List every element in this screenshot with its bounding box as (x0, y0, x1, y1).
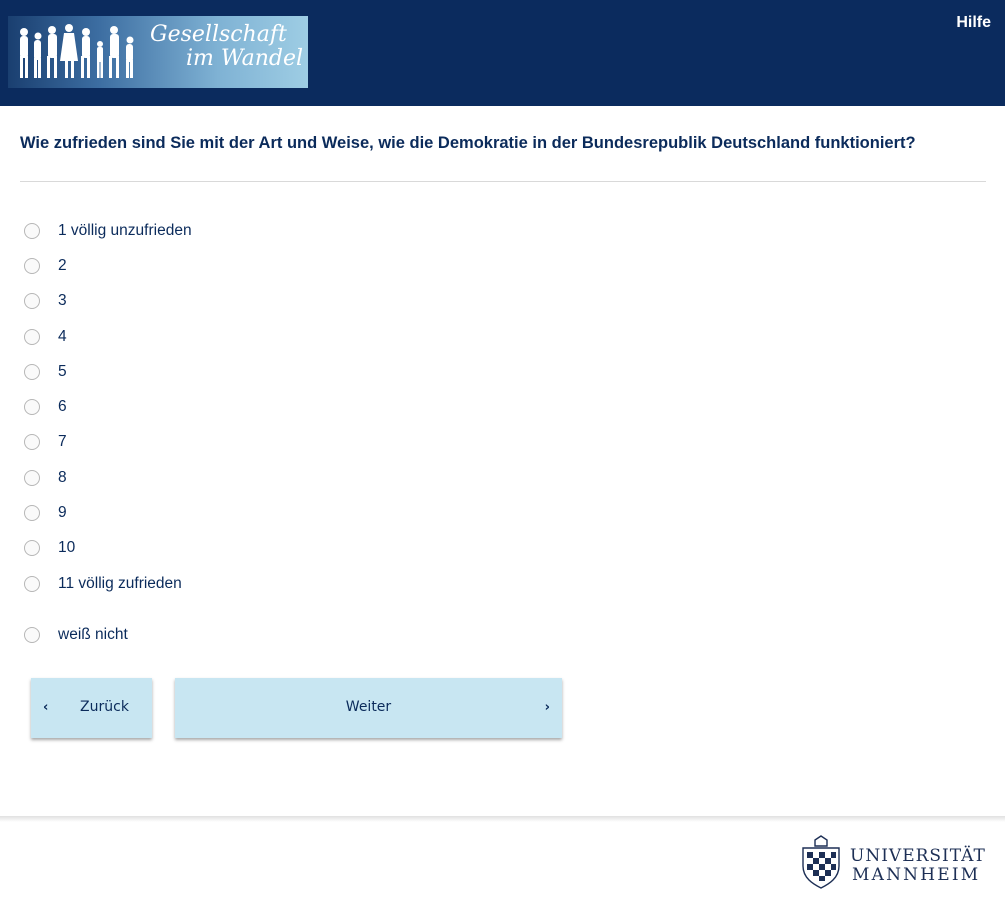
option-dont-know[interactable]: weiß nicht (24, 617, 524, 652)
option-label: 6 (58, 398, 67, 416)
header-bar: Gesellschaft im Wandel Hilfe (0, 0, 1005, 106)
radio-button[interactable] (24, 222, 40, 239)
option-label: 10 (58, 539, 76, 557)
back-button-label: Zurück (80, 699, 129, 715)
university-logo: UNIVERSITÄT MANNHEIM (795, 834, 995, 890)
radio-button[interactable] (24, 328, 40, 345)
help-link[interactable]: Hilfe (956, 14, 991, 32)
option-label: 1 völlig unzufrieden (58, 221, 192, 239)
back-button[interactable]: ‹ Zurück (31, 678, 152, 738)
chevron-right-icon: › (544, 700, 550, 715)
option-11[interactable]: 11 völlig zufrieden (24, 566, 524, 601)
radio-button[interactable] (24, 293, 40, 310)
option-7[interactable]: 7 (24, 425, 524, 460)
university-crest-icon (802, 835, 840, 889)
radio-button[interactable] (24, 434, 40, 451)
logo-title-line2: im Wandel (186, 46, 304, 71)
option-label: 4 (58, 327, 67, 345)
option-9[interactable]: 9 (24, 495, 524, 530)
option-10[interactable]: 10 (24, 531, 524, 566)
study-logo: Gesellschaft im Wandel (8, 16, 308, 88)
university-name-line2: MANNHEIM (852, 865, 981, 885)
option-5[interactable]: 5 (24, 354, 524, 389)
radio-button[interactable] (24, 363, 40, 380)
option-8[interactable]: 8 (24, 460, 524, 495)
option-1[interactable]: 1 völlig unzufrieden (24, 213, 524, 248)
answer-options: 1 völlig unzufrieden 2 3 4 5 6 7 8 9 10 … (24, 213, 524, 653)
radio-button[interactable] (24, 469, 40, 486)
option-label: 2 (58, 256, 67, 274)
question-divider (20, 181, 986, 182)
option-label: 8 (58, 468, 67, 486)
option-label: 7 (58, 433, 67, 451)
option-4[interactable]: 4 (24, 319, 524, 354)
option-label: 3 (58, 292, 67, 310)
radio-button[interactable] (24, 257, 40, 274)
radio-button[interactable] (24, 575, 40, 592)
next-button[interactable]: Weiter › (175, 678, 562, 738)
option-2[interactable]: 2 (24, 248, 524, 283)
option-6[interactable]: 6 (24, 389, 524, 424)
chevron-left-icon: ‹ (43, 700, 49, 715)
option-label: weiß nicht (58, 625, 128, 643)
question-text: Wie zufrieden sind Sie mit der Art und W… (20, 134, 916, 152)
people-silhouettes-icon (20, 24, 134, 78)
option-label: 5 (58, 362, 67, 380)
next-button-label: Weiter (345, 699, 392, 715)
radio-button[interactable] (24, 540, 40, 557)
option-label: 11 völlig zufrieden (58, 574, 182, 592)
option-3[interactable]: 3 (24, 284, 524, 319)
radio-button[interactable] (24, 399, 40, 416)
logo-title-line1: Gesellschaft (150, 22, 287, 47)
university-name-line1: UNIVERSITÄT (850, 846, 986, 866)
radio-button[interactable] (24, 626, 40, 643)
radio-button[interactable] (24, 505, 40, 522)
option-label: 9 (58, 504, 67, 522)
footer-divider (0, 816, 1005, 822)
